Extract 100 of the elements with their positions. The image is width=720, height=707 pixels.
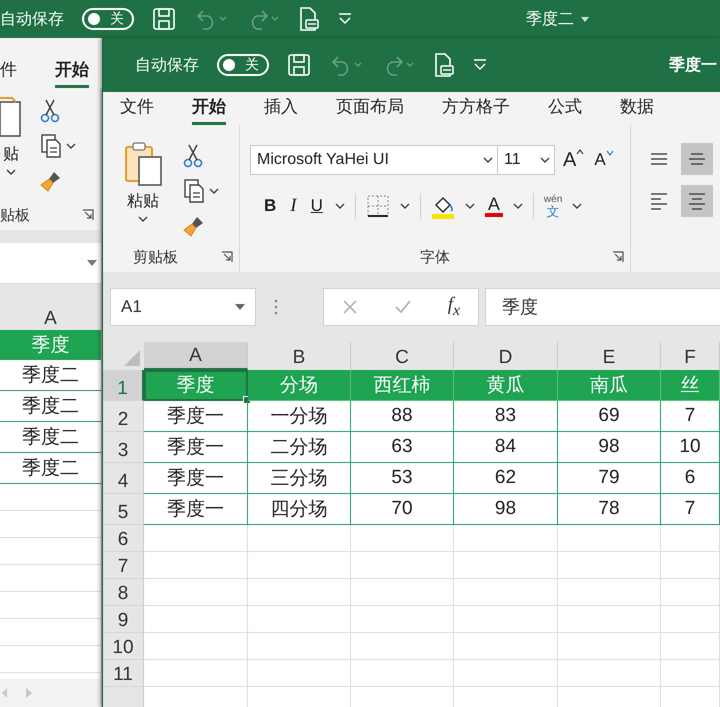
copy-icon[interactable] xyxy=(183,178,205,204)
autosave-label: 自动保存 xyxy=(135,56,199,76)
caret-icon[interactable] xyxy=(580,16,590,22)
row-header[interactable]: 5 xyxy=(103,494,144,525)
empty-cell xyxy=(661,660,720,687)
font-color-button[interactable]: A xyxy=(484,195,503,217)
ribbon-tab[interactable]: 插入 xyxy=(264,95,298,125)
header-cell: 丝 xyxy=(661,370,720,401)
launcher-icon[interactable] xyxy=(82,209,94,221)
table-cell: 季度一 xyxy=(144,432,248,463)
underline-button[interactable]: U xyxy=(308,196,325,216)
row-header[interactable]: 10 xyxy=(103,633,144,660)
ribbon-tab[interactable]: 件 xyxy=(0,58,17,88)
window-title: 季度二 xyxy=(526,10,574,30)
lines-icon xyxy=(650,192,668,210)
borders-icon[interactable] xyxy=(366,194,390,218)
scissors-icon[interactable] xyxy=(183,143,203,168)
launcher-icon[interactable] xyxy=(221,251,233,263)
row-header[interactable]: 2 xyxy=(103,401,144,432)
save-icon[interactable] xyxy=(152,7,176,31)
window-title: 季度一 xyxy=(669,55,717,76)
customize-icon[interactable] xyxy=(473,59,487,71)
grow-font-button[interactable]: A xyxy=(561,148,586,172)
document-icon[interactable] xyxy=(433,52,455,78)
table-cell: 98 xyxy=(558,432,661,463)
table-cell: 季度二 xyxy=(0,453,101,484)
column-header[interactable]: A xyxy=(144,342,248,370)
ribbon-tab[interactable]: 公式 xyxy=(548,95,582,125)
font-field[interactable]: Microsoft YaHei UI xyxy=(250,145,498,175)
row-header[interactable]: 4 xyxy=(103,463,144,494)
table-cell: 季度一 xyxy=(144,463,248,494)
italic-button[interactable]: I xyxy=(288,195,299,217)
autosave-toggle[interactable]: 关 xyxy=(217,54,269,76)
caret-icon[interactable] xyxy=(512,202,523,210)
insert-function-button[interactable]: f$_{x}$ xyxy=(448,294,460,320)
scissors-icon[interactable] xyxy=(40,98,60,123)
row-header[interactable]: 1 xyxy=(103,370,144,401)
caret-icon[interactable] xyxy=(572,202,582,210)
document-icon[interactable] xyxy=(298,6,320,32)
caret-icon[interactable] xyxy=(400,202,410,210)
table-cell: 三分场 xyxy=(248,463,351,494)
row-header[interactable]: 11 xyxy=(103,660,144,687)
table-cell: 53 xyxy=(351,463,454,494)
table-cell: 69 xyxy=(558,401,661,432)
table-cell: 季度二 xyxy=(0,391,101,422)
brush-icon[interactable] xyxy=(40,169,62,192)
ribbon-tab[interactable]: 数据 xyxy=(620,95,654,125)
check-icon[interactable] xyxy=(394,299,412,315)
paste-button[interactable]: 粘贴 xyxy=(123,139,163,242)
caret-icon[interactable] xyxy=(87,260,97,266)
caret-icon xyxy=(606,150,614,156)
font-size-field[interactable]: 11 xyxy=(497,145,555,175)
table-cell: 四分场 xyxy=(248,494,351,525)
table-cell: 63 xyxy=(351,432,454,463)
group-label: 字体 xyxy=(420,248,450,266)
shrink-font-button[interactable]: A xyxy=(592,150,616,170)
empty-cell xyxy=(661,633,720,660)
empty-cell xyxy=(661,579,720,606)
table-cell: 84 xyxy=(454,432,558,463)
brush-icon[interactable] xyxy=(183,214,205,237)
autosave-label: 自动保存 xyxy=(0,10,64,30)
column-header[interactable]: A xyxy=(0,300,101,330)
launcher-icon[interactable] xyxy=(612,251,624,263)
more-icon[interactable] xyxy=(274,299,278,315)
align-button[interactable] xyxy=(681,143,713,175)
copy-icon[interactable] xyxy=(40,133,62,159)
caret-icon[interactable] xyxy=(66,142,76,150)
save-icon[interactable] xyxy=(287,53,311,77)
ribbon-tab[interactable]: 页面布局 xyxy=(336,95,404,125)
caret-icon[interactable] xyxy=(334,202,345,210)
table-cell: 83 xyxy=(454,401,558,432)
caret-icon[interactable] xyxy=(209,188,219,194)
lines-icon xyxy=(688,153,706,165)
paste-button[interactable]: 贴 xyxy=(0,94,22,200)
formula-field[interactable]: 季度 xyxy=(485,288,720,326)
row-header[interactable]: 3 xyxy=(103,432,144,463)
table-cell: 98 xyxy=(454,494,558,525)
ribbon-tab[interactable]: 方方格子 xyxy=(442,95,510,125)
row-header[interactable]: 7 xyxy=(103,552,144,579)
autosave-toggle[interactable]: 关 xyxy=(82,8,134,30)
row-header[interactable]: 9 xyxy=(103,606,144,633)
header-cell: 分场 xyxy=(248,370,351,401)
caret-icon[interactable] xyxy=(464,202,475,210)
caret-icon[interactable] xyxy=(235,304,245,310)
caret-icon[interactable] xyxy=(6,169,16,176)
name-box[interactable]: A1 xyxy=(110,288,256,326)
table-cell: 10 xyxy=(661,432,720,463)
row-header[interactable]: 6 xyxy=(103,525,144,552)
table-cell: 二分场 xyxy=(248,432,351,463)
table-cell: 6 xyxy=(661,463,720,494)
bold-button[interactable]: B xyxy=(262,196,278,216)
ribbon-tab[interactable]: 文件 xyxy=(120,95,154,125)
customize-icon[interactable] xyxy=(338,13,352,25)
caret-icon[interactable] xyxy=(540,156,550,164)
row-header[interactable]: 8 xyxy=(103,579,144,606)
align-button[interactable] xyxy=(681,185,713,217)
phonetic-button[interactable]: wén 文 xyxy=(544,194,562,218)
caret-icon[interactable] xyxy=(138,216,148,223)
caret-icon[interactable] xyxy=(483,156,493,164)
empty-cell xyxy=(661,552,720,579)
